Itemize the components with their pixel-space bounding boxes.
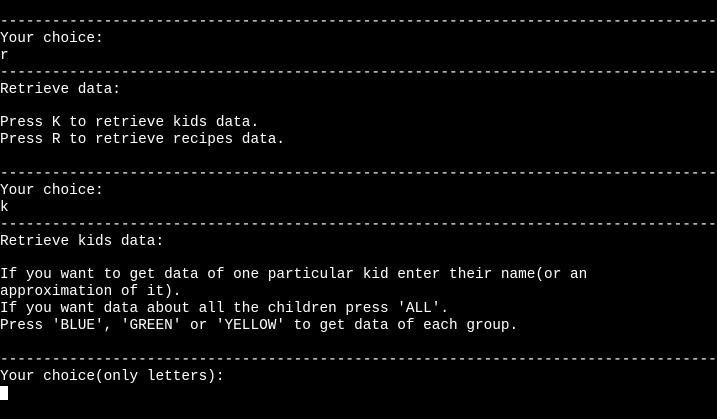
terminal-line: Your choice: [0, 182, 104, 199]
terminal-line: Your choice: [0, 30, 104, 47]
input-line[interactable] [0, 385, 717, 403]
terminal-line: Your choice(only letters): [0, 368, 225, 385]
terminal-line: k [0, 199, 9, 216]
separator-line: ----------------------------------------… [0, 64, 717, 81]
terminal-line: approximation of it). [0, 284, 182, 301]
separator-line: ----------------------------------------… [0, 14, 717, 30]
terminal-line: Retrieve data: [0, 81, 121, 98]
terminal-line: If you want to get data of one particula… [0, 267, 588, 284]
terminal-window[interactable]: ----------------------------------------… [0, 14, 717, 419]
terminal-line: If you want data about all the children … [0, 301, 450, 318]
terminal-line: Retrieve kids data: [0, 233, 165, 250]
terminal-line: Press R to retrieve recipes data. [0, 132, 285, 149]
terminal-line: Press K to retrieve kids data. [0, 115, 260, 132]
terminal-line: r [0, 47, 9, 64]
text-cursor [0, 385, 8, 400]
terminal-line: Press 'BLUE', 'GREEN' or 'YELLOW' to get… [0, 318, 519, 335]
separator-line: ----------------------------------------… [0, 351, 717, 368]
separator-line: ----------------------------------------… [0, 166, 717, 183]
separator-line: ----------------------------------------… [0, 216, 717, 233]
